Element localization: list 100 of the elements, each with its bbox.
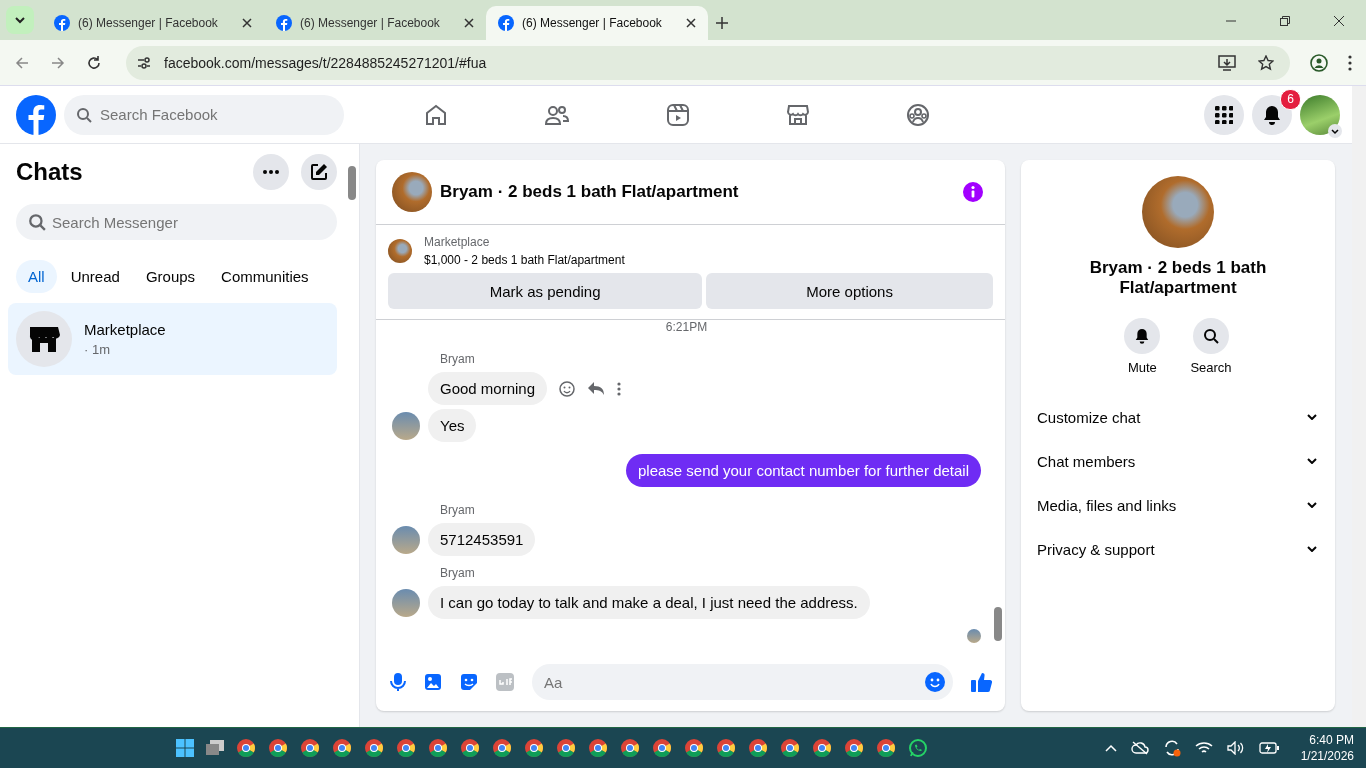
reload-icon[interactable] (86, 54, 102, 71)
microphone-icon[interactable] (390, 672, 406, 692)
listing-photo (392, 172, 432, 212)
emoji-icon[interactable] (925, 672, 945, 692)
chat-item[interactable]: Marketplace · 1m (8, 303, 337, 375)
section-title: Chat members (1037, 452, 1136, 470)
mute-button[interactable] (1124, 318, 1161, 354)
account-avatar[interactable] (1300, 94, 1340, 135)
battery-icon[interactable] (1258, 742, 1279, 754)
wifi-icon[interactable] (1194, 741, 1213, 755)
message-timestamp: 6:21PM (665, 320, 708, 334)
section-title: Media, files and links (1037, 496, 1177, 514)
site-settings-icon[interactable] (136, 54, 152, 71)
search-field[interactable]: Search Facebook (64, 94, 344, 135)
chrome-icon[interactable] (396, 738, 417, 758)
chrome-icon[interactable] (556, 738, 577, 758)
filter-tab[interactable]: Communities (209, 260, 321, 293)
sender-name: Bryam (440, 503, 476, 517)
thumbs-up-icon[interactable] (971, 672, 993, 692)
browser-tab[interactable]: (6) Messenger | Facebook (42, 6, 264, 40)
browser-tab[interactable]: (6) Messenger | Facebook (486, 6, 708, 40)
image-icon[interactable] (424, 673, 442, 691)
star-icon[interactable] (1258, 54, 1274, 71)
tab-search-button[interactable] (6, 6, 34, 34)
clock-time[interactable]: 6:40 PM (1309, 733, 1354, 747)
chrome-icon[interactable] (428, 738, 449, 758)
caret-icon (14, 14, 26, 26)
restore-icon[interactable] (1280, 16, 1290, 26)
close-icon[interactable] (242, 18, 252, 28)
chrome-icon[interactable] (684, 738, 705, 758)
filter-tab[interactable]: Groups (133, 260, 208, 293)
settings-section[interactable]: Media, files and links (1029, 483, 1327, 527)
group-icon[interactable] (906, 102, 930, 127)
cloud-off-icon[interactable] (1130, 741, 1149, 755)
windows-start-icon[interactable] (176, 739, 195, 757)
chrome-icon[interactable] (524, 738, 545, 758)
facebook-logo-icon[interactable] (16, 94, 56, 135)
chrome-icon[interactable] (844, 738, 865, 758)
profile-icon[interactable] (1310, 53, 1328, 72)
message-bubble: please send your contact number for further detail (625, 454, 981, 487)
close-icon[interactable] (464, 18, 474, 28)
chrome-icon[interactable] (492, 738, 513, 758)
search-field[interactable]: Search Messenger (16, 204, 337, 240)
reply-icon[interactable] (587, 380, 606, 397)
scrollbar[interactable] (1352, 86, 1366, 727)
message-field[interactable]: Aa (532, 664, 953, 700)
close-icon[interactable] (1334, 16, 1344, 26)
chrome-icon[interactable] (812, 738, 833, 758)
chrome-icon[interactable] (268, 738, 289, 758)
chrome-icon[interactable] (748, 738, 769, 758)
more-button[interactable] (253, 154, 289, 190)
new-tab-icon[interactable] (716, 17, 728, 29)
chrome-icon[interactable] (460, 738, 481, 758)
chrome-icon[interactable] (332, 738, 353, 758)
settings-section[interactable]: Customize chat (1029, 395, 1327, 439)
emoji-icon[interactable] (559, 380, 576, 397)
message-bubble: Yes (428, 409, 477, 442)
filter-tab[interactable]: All (16, 260, 57, 293)
chrome-icon[interactable] (716, 738, 737, 758)
back-arrow-icon[interactable] (14, 54, 30, 71)
chrome-icon[interactable] (588, 738, 609, 758)
menu-button[interactable] (1204, 94, 1244, 135)
sticker-icon[interactable] (460, 673, 478, 691)
video-icon[interactable] (666, 102, 690, 127)
clock-date[interactable]: 1/21/2026 (1300, 749, 1354, 763)
chrome-icon[interactable] (236, 738, 257, 758)
search-button[interactable] (1193, 318, 1229, 354)
store-icon[interactable] (786, 102, 810, 127)
facebook-logo-icon (498, 15, 514, 31)
chrome-icon[interactable] (300, 738, 321, 758)
bell-icon (1135, 328, 1150, 344)
install-app-icon[interactable] (1218, 54, 1236, 71)
listing-action-button[interactable]: More options (706, 273, 993, 309)
sender-name: Bryam (440, 566, 476, 580)
close-icon[interactable] (686, 18, 696, 28)
new-message-button[interactable] (301, 154, 337, 190)
more-icon[interactable] (1348, 54, 1352, 71)
listing-action-button[interactable]: Mark as pending (388, 273, 703, 309)
chrome-icon[interactable] (780, 738, 801, 758)
volume-icon[interactable] (1226, 741, 1245, 755)
chrome-icon[interactable] (620, 738, 641, 758)
filter-tab[interactable]: Unread (58, 260, 132, 293)
chevron-up-icon[interactable] (1104, 744, 1117, 752)
caret-icon[interactable] (1328, 123, 1342, 138)
forward-arrow-icon[interactable] (50, 54, 66, 71)
chrome-icon[interactable] (364, 738, 385, 758)
chrome-icon[interactable] (652, 738, 673, 758)
info-icon[interactable] (963, 182, 983, 202)
sync-icon[interactable] (1162, 739, 1181, 757)
chrome-icon[interactable] (876, 738, 897, 758)
notifications-button[interactable] (1252, 94, 1292, 135)
settings-section[interactable]: Chat members (1029, 439, 1327, 483)
whatsapp-icon[interactable] (908, 738, 929, 758)
search-icon (1203, 328, 1219, 344)
home-icon[interactable] (424, 102, 448, 127)
address-bar[interactable]: facebook.com/messages/t/2284885245271201/#fua (126, 45, 1290, 80)
settings-section[interactable]: Privacy & support (1029, 527, 1327, 571)
task-view-icon[interactable] (206, 740, 225, 756)
more-icon[interactable] (617, 381, 622, 396)
browser-tab[interactable]: (6) Messenger | Facebook (264, 6, 486, 40)
